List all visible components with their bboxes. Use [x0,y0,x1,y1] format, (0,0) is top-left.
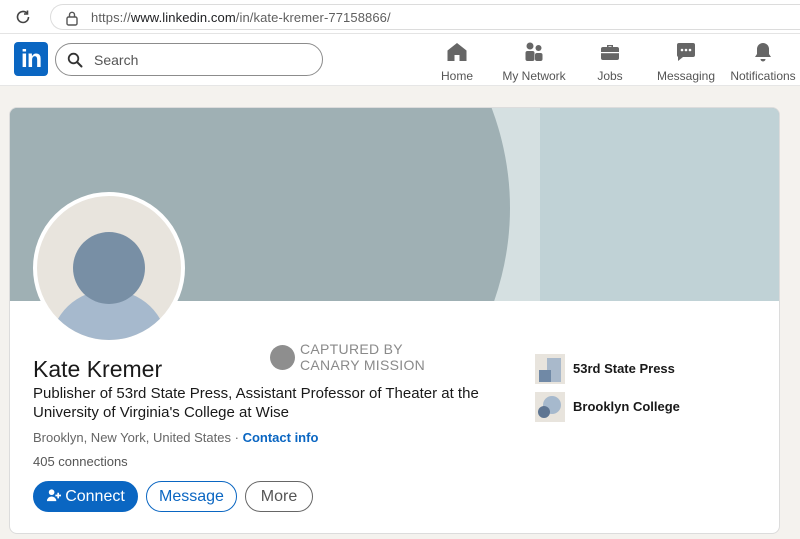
briefcase-icon [601,45,619,60]
profile-headline: Publisher of 53rd State Press, Assistant… [33,385,479,421]
school-logo-icon [535,392,565,422]
canary-mission-logo-icon [270,345,295,370]
connect-button-label: Connect [65,488,125,505]
school-name: Brooklyn College [573,399,680,414]
more-button[interactable]: More [245,481,313,512]
browser-address-bar: https://www.linkedin.com/in/kate-kremer-… [0,0,800,34]
add-person-icon [47,489,62,502]
cover-band-right [540,108,779,301]
watermark: CAPTURED BY CANARY MISSION [270,341,440,375]
search-icon [67,52,83,68]
watermark-text: CAPTURED BY CANARY MISSION [300,341,426,373]
linkedin-logo[interactable]: in [14,42,48,76]
nav-home[interactable]: Home [438,40,476,84]
nav-my-network-label: My Network [502,69,566,83]
profile-card: CAPTURED BY CANARY MISSION Kate Kremer P… [9,107,780,534]
location-line: Brooklyn, New York, United States · Cont… [33,430,318,445]
connect-button[interactable]: Connect [33,481,138,512]
nav-jobs-label: Jobs [597,69,623,83]
connections-count: 405 connections [33,454,128,469]
avatar-head-shape [73,232,145,304]
messaging-icon [676,43,695,61]
nav-notifications-label: Notifications [730,69,796,83]
url-text: https://www.linkedin.com/in/kate-kremer-… [91,10,391,25]
nav-messaging[interactable]: Messaging [656,40,716,84]
url-field[interactable]: https://www.linkedin.com/in/kate-kremer-… [50,4,800,30]
reload-icon[interactable] [14,8,32,26]
contact-info-link[interactable]: Contact info [243,430,319,445]
home-icon [447,43,467,61]
nav-home-label: Home [440,69,473,83]
nav-my-network[interactable]: My Network [499,40,569,84]
message-button[interactable]: Message [146,481,237,512]
avatar[interactable] [33,192,185,344]
company-name: 53rd State Press [573,361,675,376]
nav-jobs[interactable]: Jobs [593,40,627,84]
profile-location: Brooklyn, New York, United States [33,430,231,445]
search-box[interactable] [55,43,323,76]
url-prefix: https:// [91,10,131,25]
url-path: /in/kate-kremer-77158866/ [235,10,391,25]
location-separator: · [231,430,243,445]
profile-name: Kate Kremer [33,356,163,382]
url-host: www.linkedin.com [130,10,236,25]
nav-messaging-label: Messaging [656,69,716,83]
linkedin-navbar: in Home My Network Jobs Messaging [0,34,800,86]
search-input[interactable] [94,50,314,70]
lock-icon[interactable] [65,10,79,26]
nav-notifications[interactable]: Notifications [729,40,797,84]
bell-icon [755,43,771,62]
my-network-icon [525,42,543,61]
company-logo-icon [535,354,565,384]
